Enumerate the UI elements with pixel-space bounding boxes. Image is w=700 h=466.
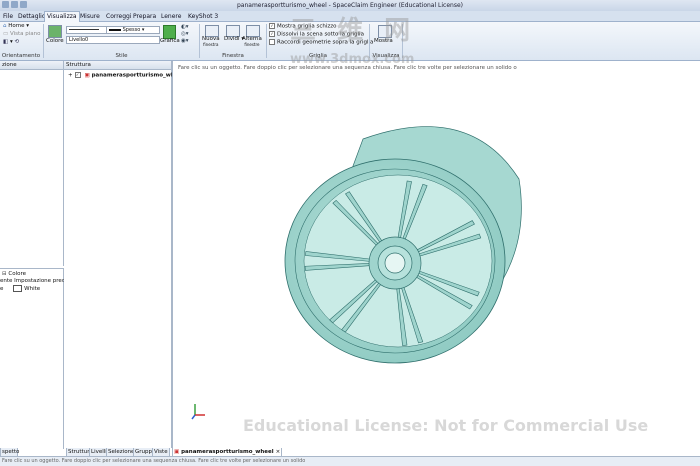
display-tools[interactable]: ◐▾ ◎▾ ◉▾: [181, 24, 189, 45]
properties-panel: ⊟ Colore ente Impostazione predefinita e…: [0, 268, 83, 449]
expand-icon[interactable]: +: [68, 73, 73, 79]
property-row: ⊟ Colore: [2, 271, 26, 277]
window-title: panamerasportturismo_wheel - SpaceClaim …: [236, 2, 464, 9]
tab-visualizza[interactable]: Visualizza: [44, 11, 80, 22]
tab-file[interactable]: File: [1, 12, 15, 21]
tab-keyshot[interactable]: KeyShot 3: [186, 12, 220, 21]
tab-misure[interactable]: Misure: [78, 12, 102, 21]
tab-lenere[interactable]: Lenere: [159, 12, 183, 21]
tab-prepara[interactable]: Prepara: [131, 12, 158, 21]
site-watermark-url: www.3dmox.com: [290, 52, 415, 67]
rotate-icon[interactable]: ⟲: [14, 39, 19, 45]
tab-correggi[interactable]: Correggi: [104, 12, 134, 21]
structure-panel: Struttura + ✓ ▣ panamerasportturismo_whe…: [64, 61, 184, 448]
property-row[interactable]: e White: [0, 285, 40, 293]
tab-dettaglio[interactable]: Dettaglio: [16, 12, 48, 21]
document-icon: ▣: [84, 72, 90, 79]
colors-button[interactable]: Colore: [46, 38, 64, 45]
home-button[interactable]: ⌂ Home ▾: [3, 23, 29, 30]
group-label-window: Finestra: [222, 53, 244, 59]
design-viewport[interactable]: Fare clic su un oggetto. Fare doppio cli…: [172, 61, 700, 448]
cube-icon[interactable]: ◧: [3, 39, 8, 45]
close-icon[interactable]: ×: [276, 449, 281, 455]
wheel-model[interactable]: [173, 61, 700, 448]
line-weight-select[interactable]: [66, 26, 108, 34]
color-swatch[interactable]: [13, 285, 23, 292]
graphics-button[interactable]: Grafica: [160, 38, 180, 45]
tree-item-root[interactable]: + ✓ ▣ panamerasportturismo_wheel: [68, 72, 184, 80]
status-text: Fare clic su un oggetto. Fare doppio cli…: [2, 458, 306, 464]
graphics-icon[interactable]: [163, 25, 176, 39]
switch-windows-button[interactable]: Alterna finestre: [242, 36, 262, 48]
panel-header: Struttura: [64, 61, 171, 70]
view-plane-button[interactable]: ▭ Vista piano: [3, 31, 41, 38]
checkbox-icon[interactable]: ✓: [269, 31, 275, 37]
new-window-button[interactable]: Nuova finestra: [202, 36, 220, 48]
selection-panel: zione: [0, 61, 64, 266]
visibility-checkbox[interactable]: ✓: [74, 72, 81, 78]
site-watermark-logo: 三 维 网: [290, 16, 417, 46]
panel-header: zione: [0, 61, 63, 70]
group-label-style: Stile: [115, 53, 128, 59]
license-watermark: Educational License: Not for Commercial …: [243, 416, 649, 435]
axis-triad-icon: [191, 404, 205, 420]
line-style-select[interactable]: Spesso ▾: [106, 26, 160, 34]
colors-icon[interactable]: [48, 25, 62, 38]
checkbox-icon[interactable]: [269, 39, 275, 45]
layer-select[interactable]: Livello0: [66, 36, 160, 44]
checkbox-icon[interactable]: ✓: [269, 23, 275, 29]
orient-tools[interactable]: ◧ ▾ ⟲: [3, 39, 19, 46]
group-label-orient: Orientamento: [1, 53, 41, 59]
